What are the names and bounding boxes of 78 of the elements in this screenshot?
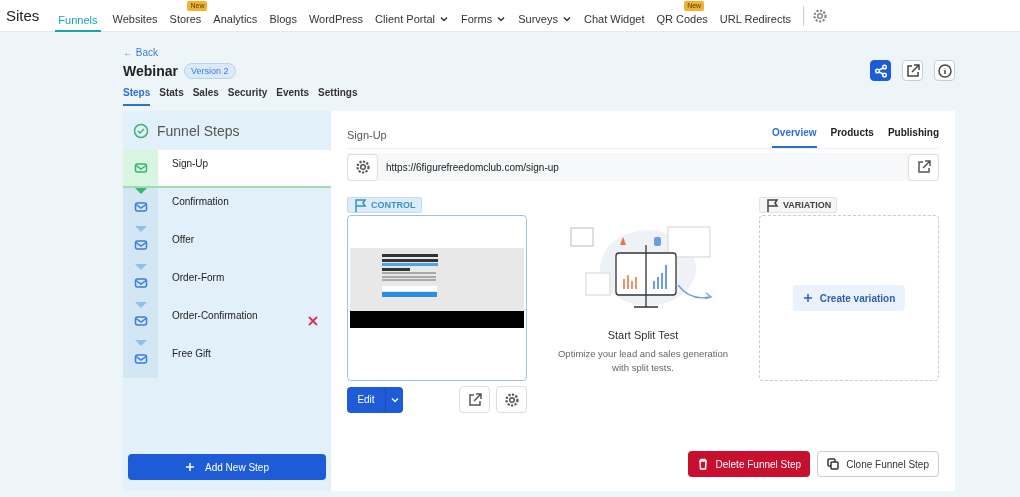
triangle-icon — [134, 340, 147, 346]
external-link-button[interactable] — [902, 60, 923, 81]
nav-tab[interactable]: Surveys — [518, 10, 572, 32]
gear-icon — [811, 7, 828, 24]
add-new-step-button[interactable]: Add New Step — [128, 454, 326, 480]
tab[interactable]: Overview — [772, 127, 817, 148]
nav-tab[interactable]: Client Portal — [375, 10, 450, 32]
tab[interactable]: Publishing — [887, 127, 939, 148]
envelope-icon — [133, 200, 148, 214]
step-title: Sign-Up — [347, 129, 387, 143]
tab[interactable]: Security — [227, 87, 268, 106]
funnel-step-item[interactable]: Confirmation — [123, 188, 331, 226]
funnel-step-item[interactable]: Order-Confirmation — [123, 302, 331, 340]
split-test-title: Start Split Test — [607, 329, 679, 341]
plus-icon — [185, 462, 196, 472]
delete-funnel-step-button[interactable]: Delete Funnel Step — [687, 451, 811, 477]
version-badge: Version 2 — [184, 63, 236, 79]
info-button[interactable] — [934, 60, 955, 81]
funnel-step-item[interactable]: Order-Form — [123, 264, 331, 302]
copy-icon — [827, 458, 840, 470]
trash-icon — [696, 458, 709, 470]
envelope-icon — [133, 314, 148, 328]
brand-title: Sites — [6, 7, 40, 24]
tab[interactable]: Sales — [192, 87, 219, 106]
nav-tab[interactable]: Blogs — [269, 10, 297, 32]
funnel-step-item[interactable]: Free Gift — [123, 340, 331, 378]
share-button[interactable] — [870, 60, 891, 81]
tab[interactable]: Products — [830, 127, 874, 148]
control-label: CONTROL — [347, 197, 422, 213]
flag-icon — [353, 198, 367, 212]
info-icon — [936, 62, 953, 79]
nav-tab[interactable]: Chat Widget — [583, 10, 645, 32]
nav-tab[interactable]: QR Codes — [656, 10, 708, 32]
envelope-icon — [133, 161, 148, 175]
check-circle-icon — [133, 122, 149, 139]
split-test-description: Optimize your lead and sales generation with split tests. — [556, 347, 729, 375]
tab[interactable]: Stats — [159, 87, 184, 106]
variation-label: VARIATION — [759, 197, 838, 213]
triangle-icon — [134, 302, 147, 308]
clone-funnel-step-button[interactable]: Clone Funnel Step — [817, 451, 939, 477]
triangle-icon — [134, 264, 147, 270]
envelope-icon — [133, 276, 148, 290]
settings-button[interactable] — [347, 153, 378, 181]
gear-icon — [354, 159, 371, 175]
close-icon — [307, 315, 319, 327]
tab[interactable]: Events — [276, 87, 310, 106]
nav-tab[interactable]: URL Redirects — [719, 10, 791, 32]
settings-button[interactable] — [496, 386, 527, 413]
dropdown-toggle[interactable] — [385, 386, 403, 413]
share-icon — [873, 63, 888, 78]
external-link-button[interactable] — [908, 153, 939, 181]
nav-tab[interactable]: Websites — [112, 10, 158, 32]
sidebar-title: Funnel Steps — [157, 122, 240, 139]
funnel-title: Webinar — [123, 63, 178, 79]
external-link-icon — [904, 62, 921, 79]
plus-icon — [802, 293, 813, 303]
back-link[interactable]: ← Back — [123, 47, 358, 58]
gear-icon — [503, 391, 520, 408]
create-variation-button[interactable]: Create variation — [792, 285, 906, 311]
external-link-icon — [915, 159, 932, 175]
flag-icon — [765, 198, 779, 212]
triangle-icon — [134, 188, 147, 194]
edit-button[interactable]: Edit — [347, 386, 385, 413]
nav-tab[interactable]: Analytics — [213, 10, 258, 32]
tab[interactable]: Settings — [318, 87, 358, 106]
triangle-icon — [134, 226, 147, 232]
external-link-button[interactable] — [459, 386, 490, 413]
url-text: https://6figurefreedomclub.com/sign-up — [386, 161, 560, 173]
nav-tab[interactable]: WordPress — [308, 10, 364, 32]
nav-tab[interactable]: Stores — [169, 10, 202, 32]
funnel-step-item[interactable]: Offer — [123, 226, 331, 264]
envelope-icon — [133, 238, 148, 252]
envelope-icon — [133, 352, 148, 366]
funnel-step-item[interactable]: Sign-Up — [123, 150, 331, 188]
nav-tab[interactable]: Forms — [461, 10, 507, 32]
tab[interactable]: Steps — [123, 87, 151, 106]
external-link-icon — [466, 391, 483, 408]
settings-icon[interactable] — [811, 7, 828, 24]
